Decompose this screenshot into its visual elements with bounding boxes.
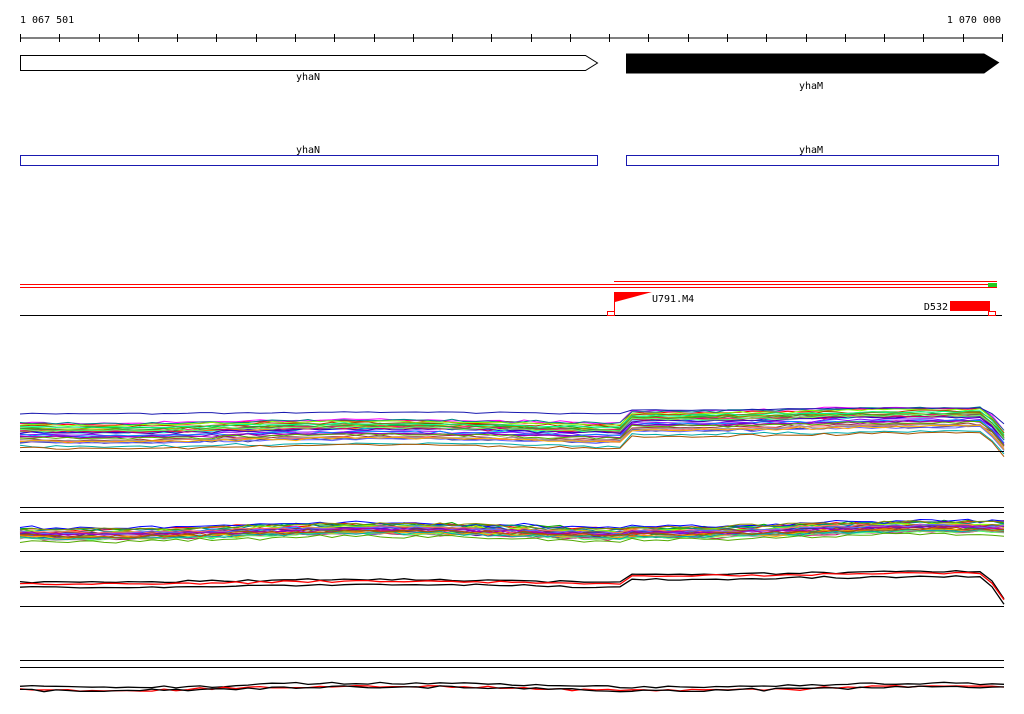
terminator-block-D532[interactable]: D532 <box>924 301 996 316</box>
expression-track-multi <box>19 406 1005 458</box>
feature-label-U791-M4: U791.M4 <box>652 294 694 305</box>
cds-box-yhaN[interactable] <box>20 155 598 166</box>
cds-track[interactable]: yhaN yhaM <box>20 145 999 166</box>
gene-label-yhaN: yhaN <box>296 72 320 83</box>
expression-track-pair <box>19 570 1005 607</box>
gene-label-yhaM: yhaM <box>799 81 823 92</box>
feature-label-D532: D532 <box>924 302 948 313</box>
cds-label-yhaN: yhaN <box>296 145 320 156</box>
expression-track-compact <box>19 507 1005 552</box>
ruler-end-label: 1 070 000 <box>947 15 1001 26</box>
regulatory-feature-track[interactable]: U791.M4 D532 <box>20 281 1002 316</box>
ruler-start-label: 1 067 501 <box>20 15 74 26</box>
gene-track[interactable]: yhaN yhaM <box>20 53 1000 92</box>
expression-series-line <box>19 570 1005 600</box>
coordinate-ruler: 1 067 501 1 070 000 <box>20 15 1003 42</box>
promoter-flag-U791-M4[interactable]: U791.M4 <box>607 292 695 316</box>
expression-track-bottom <box>19 660 1005 693</box>
cds-label-yhaM: yhaM <box>799 145 823 156</box>
gene-arrow-yhaM[interactable] <box>626 53 1000 74</box>
gene-arrow-yhaN[interactable] <box>20 55 599 71</box>
cds-box-yhaM[interactable] <box>626 155 999 166</box>
genome-browser-view: 1 067 501 1 070 000 yhaN yhaM yhaN yhaM … <box>19 15 1005 693</box>
transcript-end-marker <box>988 283 997 287</box>
